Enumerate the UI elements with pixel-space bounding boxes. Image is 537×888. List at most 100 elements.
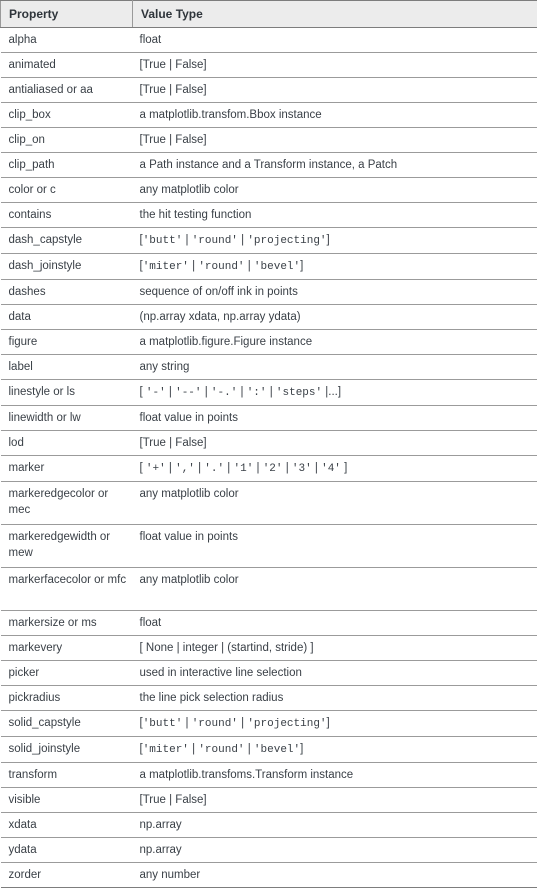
table-row: markevery[ None | integer | (startind, s…: [1, 636, 537, 661]
literal-token: '+': [146, 463, 166, 475]
table-row: xdatanp.array: [1, 813, 537, 838]
value-type-cell: float value in points: [133, 406, 537, 431]
table-row: transforma matplotlib.transfoms.Transfor…: [1, 763, 537, 788]
property-name-cell: xdata: [1, 813, 133, 838]
value-type-cell: any number: [133, 863, 537, 888]
value-type-cell: a matplotlib.figure.Figure instance: [133, 330, 537, 355]
value-type-cell: [ None | integer | (startind, stride) ]: [133, 636, 537, 661]
syntax-token: |: [283, 462, 292, 474]
syntax-token: ]: [341, 462, 347, 474]
property-name-cell: markeredgecolor or mec: [1, 482, 133, 525]
value-type-cell: (np.array xdata, np.array ydata): [133, 305, 537, 330]
property-name-cell: alpha: [1, 28, 133, 53]
table-row: dashessequence of on/off ink in points: [1, 280, 537, 305]
literal-token: '4': [321, 463, 341, 475]
value-type-cell: np.array: [133, 813, 537, 838]
literal-token: '--': [175, 387, 201, 399]
property-name-cell: zorder: [1, 863, 133, 888]
literal-token: 'projecting': [247, 235, 326, 247]
syntax-token: ]: [327, 234, 330, 246]
syntax-token: |: [312, 462, 321, 474]
table-row: zorderany number: [1, 863, 537, 888]
syntax-token: |: [182, 234, 191, 246]
literal-token: 'steps': [276, 387, 322, 399]
syntax-token: |: [238, 717, 247, 729]
literal-token: '2': [263, 463, 283, 475]
literal-token: 'miter': [143, 261, 189, 273]
property-name-cell: lod: [1, 431, 133, 456]
property-name-cell: solid_joinstyle: [1, 737, 133, 763]
table-row: clip_boxa matplotlib.transfom.Bbox insta…: [1, 103, 537, 128]
table-row: solid_capstyle['butt' | 'round' | 'proje…: [1, 711, 537, 737]
value-type-cell: the hit testing function: [133, 203, 537, 228]
value-type-cell: ['butt' | 'round' | 'projecting']: [133, 711, 537, 737]
property-name-cell: data: [1, 305, 133, 330]
property-name-cell: markerfacecolor or mfc: [1, 568, 133, 611]
table-row: containsthe hit testing function: [1, 203, 537, 228]
value-type-cell: float: [133, 28, 537, 53]
literal-token: ',': [175, 463, 195, 475]
syntax-token: |: [253, 462, 262, 474]
value-type-cell: [True | False]: [133, 128, 537, 153]
value-type-cell: any matplotlib color: [133, 568, 537, 611]
literal-token: 'butt': [143, 235, 183, 247]
property-name-cell: clip_on: [1, 128, 133, 153]
value-type-cell: ['miter' | 'round' | 'bevel']: [133, 254, 537, 280]
literal-token: '-': [146, 387, 166, 399]
property-name-cell: label: [1, 355, 133, 380]
table-row: animated[True | False]: [1, 53, 537, 78]
table-row: lod[True | False]: [1, 431, 537, 456]
syntax-token: |: [245, 260, 254, 272]
literal-token: 'miter': [143, 744, 189, 756]
table-row: markerfacecolor or mfcany matplotlib col…: [1, 568, 537, 611]
table-row: color or cany matplotlib color: [1, 178, 537, 203]
value-type-cell: [True | False]: [133, 431, 537, 456]
literal-token: 'round': [198, 744, 244, 756]
table-row: antialiased or aa[True | False]: [1, 78, 537, 103]
table-row: alphafloat: [1, 28, 537, 53]
value-type-cell: any string: [133, 355, 537, 380]
literal-token: ':': [247, 387, 267, 399]
literal-token: '.': [204, 463, 224, 475]
column-header-value-type: Value Type: [133, 1, 537, 28]
table-row: linewidth or lwfloat value in points: [1, 406, 537, 431]
table-row: dash_capstyle['butt' | 'round' | 'projec…: [1, 228, 537, 254]
syntax-token: |: [202, 386, 211, 398]
table-row: pickerused in interactive line selection: [1, 661, 537, 686]
literal-token: 'round': [192, 235, 238, 247]
syntax-token: |: [189, 743, 198, 755]
literal-token: '3': [292, 463, 312, 475]
property-name-cell: transform: [1, 763, 133, 788]
value-type-cell: used in interactive line selection: [133, 661, 537, 686]
property-name-cell: linewidth or lw: [1, 406, 133, 431]
syntax-token: |: [189, 260, 198, 272]
syntax-token: |: [238, 234, 247, 246]
property-name-cell: markevery: [1, 636, 133, 661]
property-name-cell: markeredgewidth or mew: [1, 525, 133, 568]
value-type-cell: sequence of on/off ink in points: [133, 280, 537, 305]
syntax-token: ]: [327, 717, 330, 729]
property-name-cell: marker: [1, 456, 133, 482]
value-type-cell: [True | False]: [133, 53, 537, 78]
property-name-cell: color or c: [1, 178, 133, 203]
syntax-token: |: [245, 743, 254, 755]
table-row: data(np.array xdata, np.array ydata): [1, 305, 537, 330]
literal-token: 'round': [192, 718, 238, 730]
property-name-cell: antialiased or aa: [1, 78, 133, 103]
property-name-cell: linestyle or ls: [1, 380, 133, 406]
table-row: marker[ '+' | ',' | '.' | '1' | '2' | '3…: [1, 456, 537, 482]
property-name-cell: clip_path: [1, 153, 133, 178]
table-row: visible[True | False]: [1, 788, 537, 813]
literal-token: 'round': [198, 261, 244, 273]
table-header: Property Value Type: [1, 1, 537, 28]
literal-token: 'projecting': [247, 718, 326, 730]
line2d-properties-table: Property Value Type alphafloatanimated[T…: [0, 0, 537, 888]
value-type-cell: any matplotlib color: [133, 178, 537, 203]
table-row: dash_joinstyle['miter' | 'round' | 'beve…: [1, 254, 537, 280]
table-row: labelany string: [1, 355, 537, 380]
property-name-cell: picker: [1, 661, 133, 686]
property-name-cell: clip_box: [1, 103, 133, 128]
property-name-cell: ydata: [1, 838, 133, 863]
table-header-row: Property Value Type: [1, 1, 537, 28]
column-header-property: Property: [1, 1, 133, 28]
